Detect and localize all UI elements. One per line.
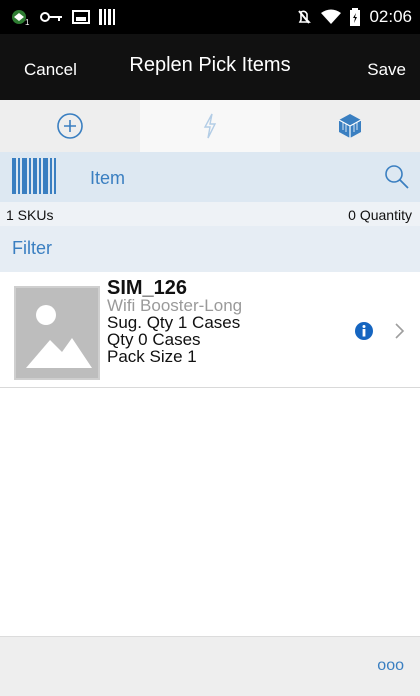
sku-count: 1 SKUs — [6, 207, 54, 223]
image-icon — [72, 10, 90, 24]
item-id: SIM_126 — [107, 277, 188, 299]
battery-icon — [350, 8, 361, 26]
item-description: Wifi Booster-Long — [107, 296, 243, 315]
cube-icon — [338, 114, 362, 138]
barcode-scan-icon[interactable] — [12, 158, 56, 194]
chevron-right-icon[interactable] — [394, 322, 406, 340]
more-options-button[interactable]: ooo — [377, 657, 404, 675]
lightning-icon — [203, 113, 217, 139]
quantity-count: 0 Quantity — [348, 207, 412, 223]
tab-packages[interactable] — [280, 100, 420, 152]
info-icon[interactable] — [354, 321, 374, 341]
item-suggested-qty: Sug. Qty 1 Cases — [107, 313, 241, 332]
filter-button[interactable]: Filter — [12, 238, 52, 259]
item-pack-size: Pack Size 1 — [107, 347, 197, 366]
item-qty: Qty 0 Cases — [107, 330, 201, 349]
tab-quick-pick[interactable] — [140, 100, 280, 152]
wifi-icon — [321, 9, 342, 24]
tab-add[interactable] — [0, 100, 140, 152]
filter-row[interactable]: Filter — [0, 226, 420, 272]
notification-icon: 1 — [12, 10, 30, 26]
mute-icon — [298, 10, 312, 24]
page-title: Replen Pick Items — [129, 54, 291, 76]
app-header: Cancel Replen Pick Items Save — [0, 34, 420, 100]
status-icons-right: 02:06 — [295, 6, 412, 28]
key-icon — [40, 12, 62, 22]
save-button[interactable]: Save — [367, 60, 406, 80]
item-thumbnail — [14, 286, 100, 380]
status-icons-left: 1 — [10, 6, 116, 28]
plus-circle-icon — [57, 113, 83, 139]
svg-text:1: 1 — [25, 18, 30, 26]
bottom-bar: ooo — [0, 636, 420, 696]
list-item[interactable]: SIM_126 Wifi Booster-Long Sug. Qty 1 Cas… — [0, 278, 420, 388]
tab-bar — [0, 100, 420, 152]
search-icon[interactable] — [384, 164, 410, 190]
counts-row: 1 SKUs 0 Quantity — [0, 202, 420, 226]
item-details: SIM_126 Wifi Booster-Long Sug. Qty 1 Cas… — [107, 277, 243, 366]
status-bar: 1 02:06 — [0, 0, 420, 34]
item-input-label[interactable]: Item — [90, 168, 125, 189]
barcode-icon — [99, 9, 115, 25]
item-scan-row[interactable]: Item — [0, 152, 420, 202]
status-time: 02:06 — [369, 7, 412, 26]
image-placeholder-icon — [16, 288, 98, 378]
